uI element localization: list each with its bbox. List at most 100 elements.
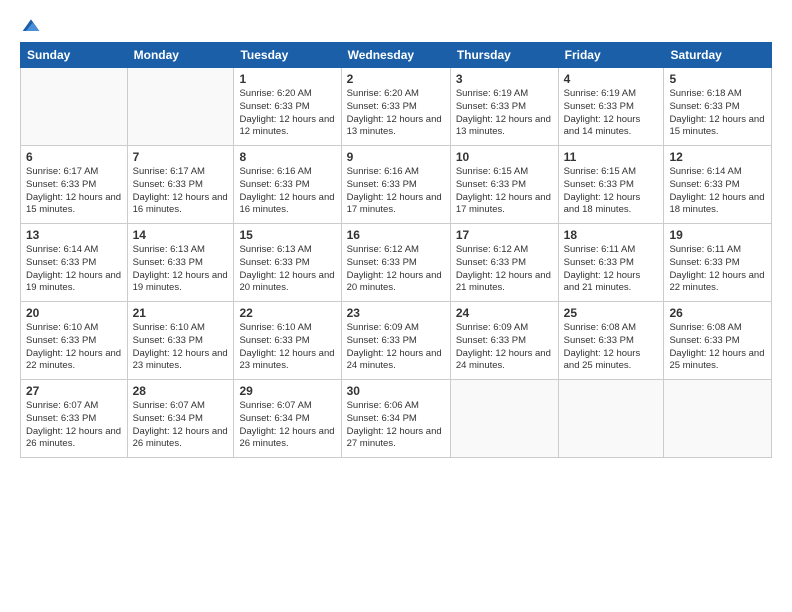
day-number: 29 xyxy=(239,384,335,398)
day-info: Sunrise: 6:16 AMSunset: 6:33 PMDaylight:… xyxy=(347,166,445,217)
day-info: Sunrise: 6:19 AMSunset: 6:33 PMDaylight:… xyxy=(456,88,553,139)
day-number: 16 xyxy=(347,228,445,242)
day-info: Sunrise: 6:18 AMSunset: 6:33 PMDaylight:… xyxy=(669,88,766,139)
day-number: 11 xyxy=(564,150,659,164)
calendar-cell: 5 Sunrise: 6:18 AMSunset: 6:33 PMDaylight… xyxy=(664,68,772,146)
day-number: 1 xyxy=(239,72,335,86)
calendar-cell: 13 Sunrise: 6:14 AMSunset: 6:33 PMDayligh… xyxy=(21,224,128,302)
calendar-cell xyxy=(21,68,128,146)
day-info: Sunrise: 6:13 AMSunset: 6:33 PMDaylight:… xyxy=(133,244,229,295)
logo xyxy=(20,16,41,32)
day-number: 13 xyxy=(26,228,122,242)
day-info: Sunrise: 6:19 AMSunset: 6:33 PMDaylight:… xyxy=(564,88,659,139)
day-info: Sunrise: 6:20 AMSunset: 6:33 PMDaylight:… xyxy=(347,88,445,139)
day-info: Sunrise: 6:14 AMSunset: 6:33 PMDaylight:… xyxy=(669,166,766,217)
day-number: 9 xyxy=(347,150,445,164)
logo-icon xyxy=(21,16,41,36)
calendar-cell: 2Sunrise: 6:20 AMSunset: 6:33 PMDaylight… xyxy=(341,68,450,146)
calendar-cell: 25 Sunrise: 6:08 AMSunset: 6:33 PMDayligh… xyxy=(558,302,664,380)
day-info: Sunrise: 6:12 AMSunset: 6:33 PMDaylight:… xyxy=(347,244,445,295)
day-info: Sunrise: 6:12 AMSunset: 6:33 PMDaylight:… xyxy=(456,244,553,295)
calendar-cell: 10 Sunrise: 6:15 AMSunset: 6:33 PMDayligh… xyxy=(450,146,558,224)
weekday-header: Thursday xyxy=(450,43,558,68)
day-number: 15 xyxy=(239,228,335,242)
day-number: 22 xyxy=(239,306,335,320)
day-info: Sunrise: 6:10 AMSunset: 6:33 PMDaylight:… xyxy=(133,322,229,373)
calendar-cell xyxy=(558,380,664,458)
day-info: Sunrise: 6:10 AMSunset: 6:33 PMDaylight:… xyxy=(26,322,122,373)
weekday-header: Wednesday xyxy=(341,43,450,68)
calendar-cell: 9 Sunrise: 6:16 AMSunset: 6:33 PMDaylight… xyxy=(341,146,450,224)
calendar-cell: 15 Sunrise: 6:13 AMSunset: 6:33 PMDayligh… xyxy=(234,224,341,302)
weekday-header: Monday xyxy=(127,43,234,68)
day-info: Sunrise: 6:07 AMSunset: 6:34 PMDaylight:… xyxy=(239,400,335,451)
weekday-header: Friday xyxy=(558,43,664,68)
calendar-cell: 27 Sunrise: 6:07 AMSunset: 6:33 PMDayligh… xyxy=(21,380,128,458)
day-number: 26 xyxy=(669,306,766,320)
calendar-cell: 17 Sunrise: 6:12 AMSunset: 6:33 PMDayligh… xyxy=(450,224,558,302)
day-number: 17 xyxy=(456,228,553,242)
calendar-cell: 22 Sunrise: 6:10 AMSunset: 6:33 PMDayligh… xyxy=(234,302,341,380)
day-number: 27 xyxy=(26,384,122,398)
calendar-cell: 8 Sunrise: 6:16 AMSunset: 6:33 PMDaylight… xyxy=(234,146,341,224)
calendar-cell: 21 Sunrise: 6:10 AMSunset: 6:33 PMDayligh… xyxy=(127,302,234,380)
day-info: Sunrise: 6:15 AMSunset: 6:33 PMDaylight:… xyxy=(456,166,553,217)
calendar-cell: 12Sunrise: 6:14 AMSunset: 6:33 PMDayligh… xyxy=(664,146,772,224)
calendar-cell: 24 Sunrise: 6:09 AMSunset: 6:33 PMDayligh… xyxy=(450,302,558,380)
day-info: Sunrise: 6:07 AMSunset: 6:33 PMDaylight:… xyxy=(26,400,122,451)
calendar-cell: 29 Sunrise: 6:07 AMSunset: 6:34 PMDayligh… xyxy=(234,380,341,458)
day-number: 3 xyxy=(456,72,553,86)
weekday-header: Sunday xyxy=(21,43,128,68)
calendar-cell: 19Sunrise: 6:11 AMSunset: 6:33 PMDayligh… xyxy=(664,224,772,302)
day-number: 20 xyxy=(26,306,122,320)
calendar-cell: 23Sunrise: 6:09 AMSunset: 6:33 PMDayligh… xyxy=(341,302,450,380)
day-info: Sunrise: 6:07 AMSunset: 6:34 PMDaylight:… xyxy=(133,400,229,451)
calendar-cell: 7 Sunrise: 6:17 AMSunset: 6:33 PMDaylight… xyxy=(127,146,234,224)
calendar-cell: 26 Sunrise: 6:08 AMSunset: 6:33 PMDayligh… xyxy=(664,302,772,380)
day-number: 7 xyxy=(133,150,229,164)
day-info: Sunrise: 6:06 AMSunset: 6:34 PMDaylight:… xyxy=(347,400,445,451)
day-number: 28 xyxy=(133,384,229,398)
day-number: 10 xyxy=(456,150,553,164)
calendar-cell: 1 Sunrise: 6:20 AMSunset: 6:33 PMDaylight… xyxy=(234,68,341,146)
day-info: Sunrise: 6:16 AMSunset: 6:33 PMDaylight:… xyxy=(239,166,335,217)
day-number: 25 xyxy=(564,306,659,320)
day-number: 4 xyxy=(564,72,659,86)
day-number: 30 xyxy=(347,384,445,398)
day-number: 6 xyxy=(26,150,122,164)
calendar: SundayMondayTuesdayWednesdayThursdayFrid… xyxy=(20,42,772,458)
calendar-cell: 3 Sunrise: 6:19 AMSunset: 6:33 PMDaylight… xyxy=(450,68,558,146)
calendar-cell xyxy=(127,68,234,146)
day-number: 21 xyxy=(133,306,229,320)
day-info: Sunrise: 6:10 AMSunset: 6:33 PMDaylight:… xyxy=(239,322,335,373)
calendar-cell: 16 Sunrise: 6:12 AMSunset: 6:33 PMDayligh… xyxy=(341,224,450,302)
day-info: Sunrise: 6:13 AMSunset: 6:33 PMDaylight:… xyxy=(239,244,335,295)
header xyxy=(20,16,772,32)
day-info: Sunrise: 6:15 AMSunset: 6:33 PMDaylight:… xyxy=(564,166,659,217)
day-info: Sunrise: 6:17 AMSunset: 6:33 PMDaylight:… xyxy=(133,166,229,217)
weekday-header: Tuesday xyxy=(234,43,341,68)
calendar-cell: 14 Sunrise: 6:13 AMSunset: 6:33 PMDayligh… xyxy=(127,224,234,302)
day-number: 14 xyxy=(133,228,229,242)
calendar-cell: 20 Sunrise: 6:10 AMSunset: 6:33 PMDayligh… xyxy=(21,302,128,380)
day-number: 19 xyxy=(669,228,766,242)
day-info: Sunrise: 6:08 AMSunset: 6:33 PMDaylight:… xyxy=(564,322,659,373)
day-info: Sunrise: 6:08 AMSunset: 6:33 PMDaylight:… xyxy=(669,322,766,373)
day-number: 18 xyxy=(564,228,659,242)
weekday-header: Saturday xyxy=(664,43,772,68)
day-info: Sunrise: 6:17 AMSunset: 6:33 PMDaylight:… xyxy=(26,166,122,217)
day-number: 8 xyxy=(239,150,335,164)
day-number: 24 xyxy=(456,306,553,320)
calendar-cell: 6 Sunrise: 6:17 AMSunset: 6:33 PMDaylight… xyxy=(21,146,128,224)
day-info: Sunrise: 6:20 AMSunset: 6:33 PMDaylight:… xyxy=(239,88,335,139)
calendar-cell xyxy=(450,380,558,458)
calendar-cell: 30 Sunrise: 6:06 AMSunset: 6:34 PMDayligh… xyxy=(341,380,450,458)
day-number: 5 xyxy=(669,72,766,86)
calendar-cell: 18Sunrise: 6:11 AMSunset: 6:33 PMDayligh… xyxy=(558,224,664,302)
day-info: Sunrise: 6:14 AMSunset: 6:33 PMDaylight:… xyxy=(26,244,122,295)
calendar-cell: 28 Sunrise: 6:07 AMSunset: 6:34 PMDayligh… xyxy=(127,380,234,458)
day-number: 23 xyxy=(347,306,445,320)
day-info: Sunrise: 6:09 AMSunset: 6:33 PMDaylight:… xyxy=(456,322,553,373)
calendar-cell xyxy=(664,380,772,458)
calendar-cell: 11 Sunrise: 6:15 AMSunset: 6:33 PMDayligh… xyxy=(558,146,664,224)
